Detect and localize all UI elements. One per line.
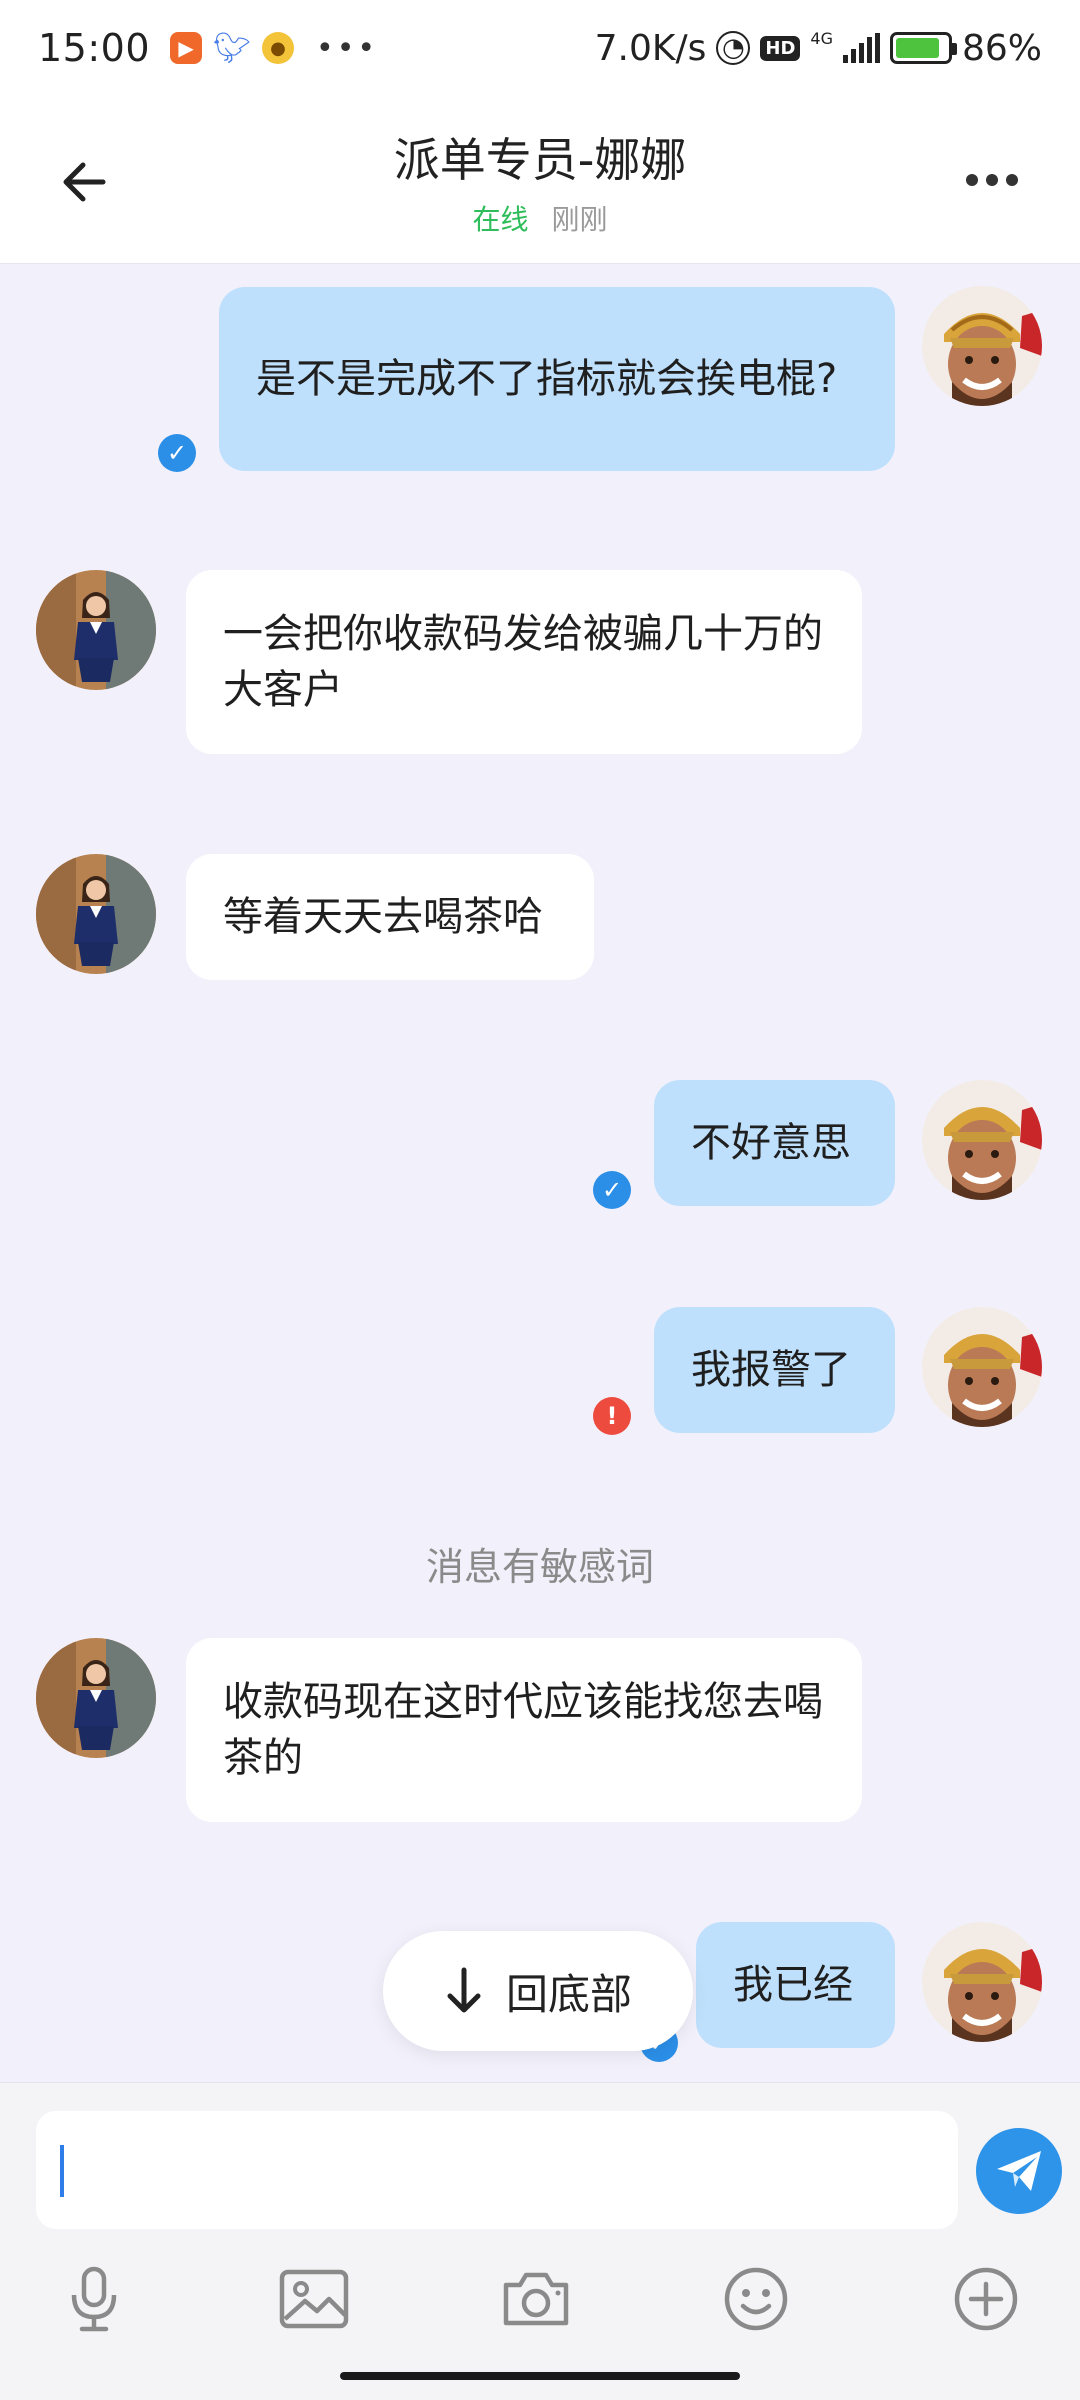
dot-icon (966, 174, 978, 186)
message-bubble-theirs[interactable]: 一会把你收款码发给被骗几十万的大客户 (186, 570, 862, 754)
text-caret (60, 2145, 64, 2197)
chick-app-icon: ● (262, 32, 295, 64)
camera-icon (503, 2272, 569, 2326)
voice-button[interactable] (56, 2261, 132, 2337)
microphone-icon (71, 2266, 117, 2332)
alarm-icon: ◔ (716, 31, 751, 65)
image-icon (279, 2269, 349, 2329)
message-input[interactable] (36, 2111, 958, 2229)
status-time: 15:00 (38, 26, 151, 70)
message-list[interactable]: ✓ 是不是完成不了指标就会挨电棍? 一会把你收款码发给被骗几十万的大客户 等着天… (0, 264, 1080, 2082)
contact-avatar[interactable] (36, 854, 156, 974)
status-bar: 15:00 ▶ 🐦︎ ● ••• 7.0K/s ◔ HD 4G 86% (0, 0, 1080, 96)
battery-percent: 86% (961, 27, 1042, 69)
contact-avatar[interactable] (36, 1638, 156, 1758)
image-button[interactable] (276, 2261, 352, 2337)
arrow-down-icon (447, 1967, 481, 2013)
contact-avatar[interactable] (36, 570, 156, 690)
woman-avatar-icon (36, 1638, 156, 1758)
sent-check-icon: ✓ (593, 1171, 631, 1209)
last-seen: 刚刚 (551, 203, 608, 236)
warrior-avatar-icon (922, 1307, 1042, 1427)
more-options-button[interactable] (952, 160, 1032, 200)
warrior-avatar-icon (922, 1080, 1042, 1200)
signal-icon (842, 33, 880, 63)
my-avatar[interactable] (922, 286, 1042, 406)
bird-app-icon: 🐦︎ (212, 30, 252, 66)
message-bubble-mine[interactable]: 不好意思 (654, 1080, 895, 1206)
more-notifications-icon: ••• (316, 30, 379, 66)
message-bubble-mine[interactable]: 我已经 (696, 1922, 895, 2048)
online-status: 在线 (472, 203, 529, 236)
emoji-icon (724, 2267, 788, 2331)
network-type: 4G (810, 28, 833, 48)
home-indicator[interactable] (340, 2372, 740, 2380)
send-button[interactable] (976, 2128, 1062, 2214)
warrior-avatar-icon (922, 1922, 1042, 2042)
woman-avatar-icon (36, 854, 156, 974)
message-bubble-theirs[interactable]: 收款码现在这时代应该能找您去喝茶的 (186, 1638, 862, 1822)
video-app-icon: ▶ (170, 32, 203, 64)
my-avatar[interactable] (922, 1080, 1042, 1200)
send-failed-icon[interactable]: ! (593, 1397, 631, 1435)
my-avatar[interactable] (922, 1922, 1042, 2042)
composer (0, 2082, 1080, 2400)
paper-plane-icon (997, 2151, 1041, 2191)
warrior-avatar-icon (922, 286, 1042, 406)
sent-check-icon: ✓ (158, 434, 196, 472)
chat-title: 派单专员-娜娜 (393, 133, 687, 187)
hd-badge: HD (760, 35, 801, 61)
my-avatar[interactable] (922, 1307, 1042, 1427)
battery-icon (889, 32, 957, 64)
system-notice: 消息有敏感词 (425, 1545, 654, 1589)
camera-button[interactable] (498, 2261, 574, 2337)
emoji-button[interactable] (718, 2261, 794, 2337)
scroll-to-bottom-button[interactable]: 回底部 (383, 1931, 693, 2051)
net-speed: 7.0K/s (594, 27, 707, 69)
woman-avatar-icon (36, 570, 156, 690)
more-tools-button[interactable] (948, 2261, 1024, 2337)
scroll-to-bottom-label: 回底部 (505, 1969, 632, 2019)
chat-header: 派单专员-娜娜 在线 刚刚 (0, 96, 1080, 264)
message-bubble-mine[interactable]: 是不是完成不了指标就会挨电棍? (219, 287, 895, 471)
message-bubble-theirs[interactable]: 等着天天去喝茶哈 (186, 854, 594, 980)
message-bubble-mine[interactable]: 我报警了 (654, 1307, 895, 1433)
plus-icon (954, 2267, 1018, 2331)
